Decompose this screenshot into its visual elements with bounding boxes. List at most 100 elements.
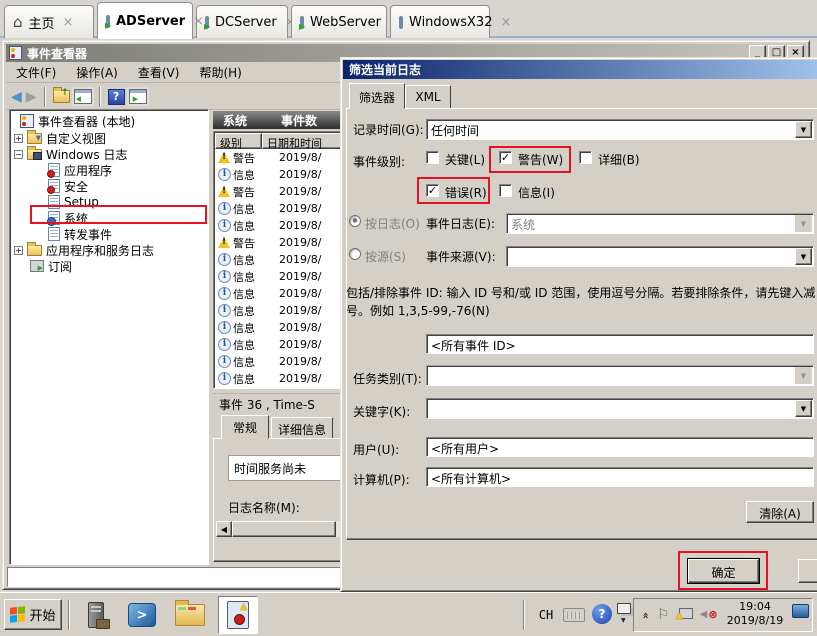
warning-label[interactable]: 警告(W) (518, 151, 563, 168)
network-warning-icon[interactable] (677, 608, 694, 622)
date-text: 2019/8/ (279, 270, 321, 283)
warning-checkbox[interactable]: ✓ (499, 151, 512, 164)
help-tray-icon[interactable] (592, 604, 612, 624)
tree-item-security[interactable]: 安全 (48, 178, 88, 194)
collapse-icon[interactable]: − (14, 150, 23, 159)
show-desktop-button[interactable] (792, 604, 809, 618)
level-icon (217, 355, 231, 368)
verbose-checkbox[interactable] (579, 151, 592, 164)
language-indicator[interactable]: CH (533, 604, 559, 626)
task-category-combobox[interactable] (426, 365, 814, 386)
event-level-label: 事件级别: (353, 153, 405, 170)
tab-home[interactable]: 主页 × (4, 5, 94, 38)
event-source-combobox[interactable] (506, 246, 814, 267)
tab-general[interactable]: 常规 (221, 415, 269, 439)
critical-checkbox[interactable] (426, 151, 439, 164)
tab-webserver[interactable]: WebServer × (291, 5, 387, 38)
menu-view[interactable]: 查看(V) (128, 62, 190, 83)
cancel-button[interactable]: 取消 (798, 559, 817, 583)
log-icon (48, 163, 60, 177)
tree-item-subscriptions[interactable]: 订阅 (30, 258, 72, 274)
user-label: 用户(U): (353, 441, 399, 458)
tree-item-custom-views[interactable]: + 自定义视图 (14, 130, 106, 146)
expand-icon[interactable]: + (14, 134, 23, 143)
event-viewer-task-button[interactable] (218, 596, 258, 634)
start-label: 开始 (29, 605, 55, 624)
dropdown-arrow-icon[interactable] (795, 248, 812, 265)
scrollbar-thumb[interactable] (232, 521, 336, 537)
open-folder-button[interactable] (53, 90, 70, 103)
tree-item-label: 自定义视图 (46, 130, 106, 147)
computer-input[interactable]: <所有计算机> (426, 467, 814, 487)
tree-item-application[interactable]: 应用程序 (48, 162, 112, 178)
tree-item-event-viewer-root[interactable]: 事件查看器 (本地) (20, 113, 135, 129)
dropdown-arrow-icon (795, 215, 812, 232)
clear-button[interactable]: 清除(A) (746, 501, 814, 523)
tree-item-windows-logs[interactable]: − Windows 日志 (14, 146, 127, 162)
server-manager-button[interactable] (78, 597, 114, 633)
expand-icon[interactable]: + (14, 246, 23, 255)
by-source-label[interactable]: 按源(S) (365, 248, 406, 265)
dropdown-arrow-icon[interactable] (795, 400, 812, 417)
tree-item-setup[interactable]: Setup (48, 194, 99, 210)
tray-expand-icon[interactable] (640, 609, 653, 621)
powershell-button[interactable] (124, 597, 160, 633)
keyword-combobox[interactable] (426, 398, 814, 419)
verbose-label[interactable]: 详细(B) (598, 151, 640, 168)
help-button[interactable] (108, 89, 125, 105)
action-pane-toggle-button[interactable] (129, 89, 147, 104)
tree-item-system[interactable]: 系统 (48, 210, 88, 226)
level-text: 警告 (233, 235, 265, 251)
dialog-title-bar[interactable]: 筛选当前日志 (343, 60, 817, 79)
ok-button[interactable]: 确定 (688, 559, 759, 583)
tab-windowsx32[interactable]: WindowsX32 × (390, 5, 490, 38)
information-label[interactable]: 信息(I) (518, 184, 555, 201)
dropdown-arrow-icon[interactable] (795, 121, 812, 138)
by-log-label[interactable]: 按日志(O) (365, 215, 420, 232)
volume-muted-icon[interactable] (700, 608, 718, 622)
folder-logs-icon (27, 149, 42, 160)
tab-filter[interactable]: 筛选器 (349, 83, 405, 109)
critical-label[interactable]: 关键(L) (445, 151, 485, 168)
menu-file[interactable]: 文件(F) (6, 62, 66, 83)
event-log-combobox[interactable]: 系统 (506, 213, 814, 234)
close-icon[interactable]: × (63, 15, 74, 30)
error-checkbox[interactable]: ✓ (426, 184, 439, 197)
tree-item-forwarded-events[interactable]: 转发事件 (48, 226, 112, 242)
by-log-radio[interactable]: ● (349, 215, 361, 227)
close-icon[interactable]: × (193, 14, 204, 29)
forward-button[interactable] (26, 89, 37, 105)
information-checkbox[interactable] (499, 184, 512, 197)
column-header-level[interactable]: 级别 (215, 133, 262, 149)
close-icon[interactable]: × (500, 15, 511, 30)
event-id-input[interactable]: <所有事件 ID> (426, 334, 814, 354)
keyboard-icon[interactable] (563, 608, 585, 622)
level-text: 信息 (233, 218, 265, 234)
console-tree-toggle-button[interactable] (74, 89, 92, 104)
level-text: 信息 (233, 201, 265, 217)
action-center-flag-icon[interactable] (657, 607, 670, 623)
back-button[interactable] (11, 89, 22, 105)
menu-help[interactable]: 帮助(H) (189, 62, 251, 83)
start-button[interactable]: 开始 (4, 599, 62, 630)
tab-xml[interactable]: XML (405, 85, 451, 109)
toolbar-separator (99, 87, 101, 107)
tree-item-app-services-logs[interactable]: + 应用程序和服务日志 (14, 242, 154, 258)
level-icon (217, 168, 231, 181)
tab-details[interactable]: 详细信息 (271, 417, 333, 439)
clock[interactable]: 19:04 2019/8/19 (724, 600, 786, 628)
tab-dcserver[interactable]: DCServer × (196, 5, 288, 38)
tree-item-label: 系统 (64, 210, 88, 227)
explorer-button[interactable] (172, 597, 208, 633)
logged-value: 任何时间 (431, 124, 479, 138)
log-icon (48, 179, 60, 193)
scrollbar-left-button[interactable] (216, 521, 232, 537)
logged-combobox[interactable]: 任何时间 (426, 119, 814, 140)
user-input[interactable]: <所有用户> (426, 437, 814, 457)
tab-adserver[interactable]: ADServer × (97, 2, 193, 39)
by-source-radio[interactable] (349, 248, 361, 260)
error-label[interactable]: 错误(R) (445, 184, 487, 201)
window-switch-icon[interactable] (617, 603, 631, 614)
tab-label: ADServer (116, 14, 185, 29)
menu-action[interactable]: 操作(A) (66, 62, 128, 83)
